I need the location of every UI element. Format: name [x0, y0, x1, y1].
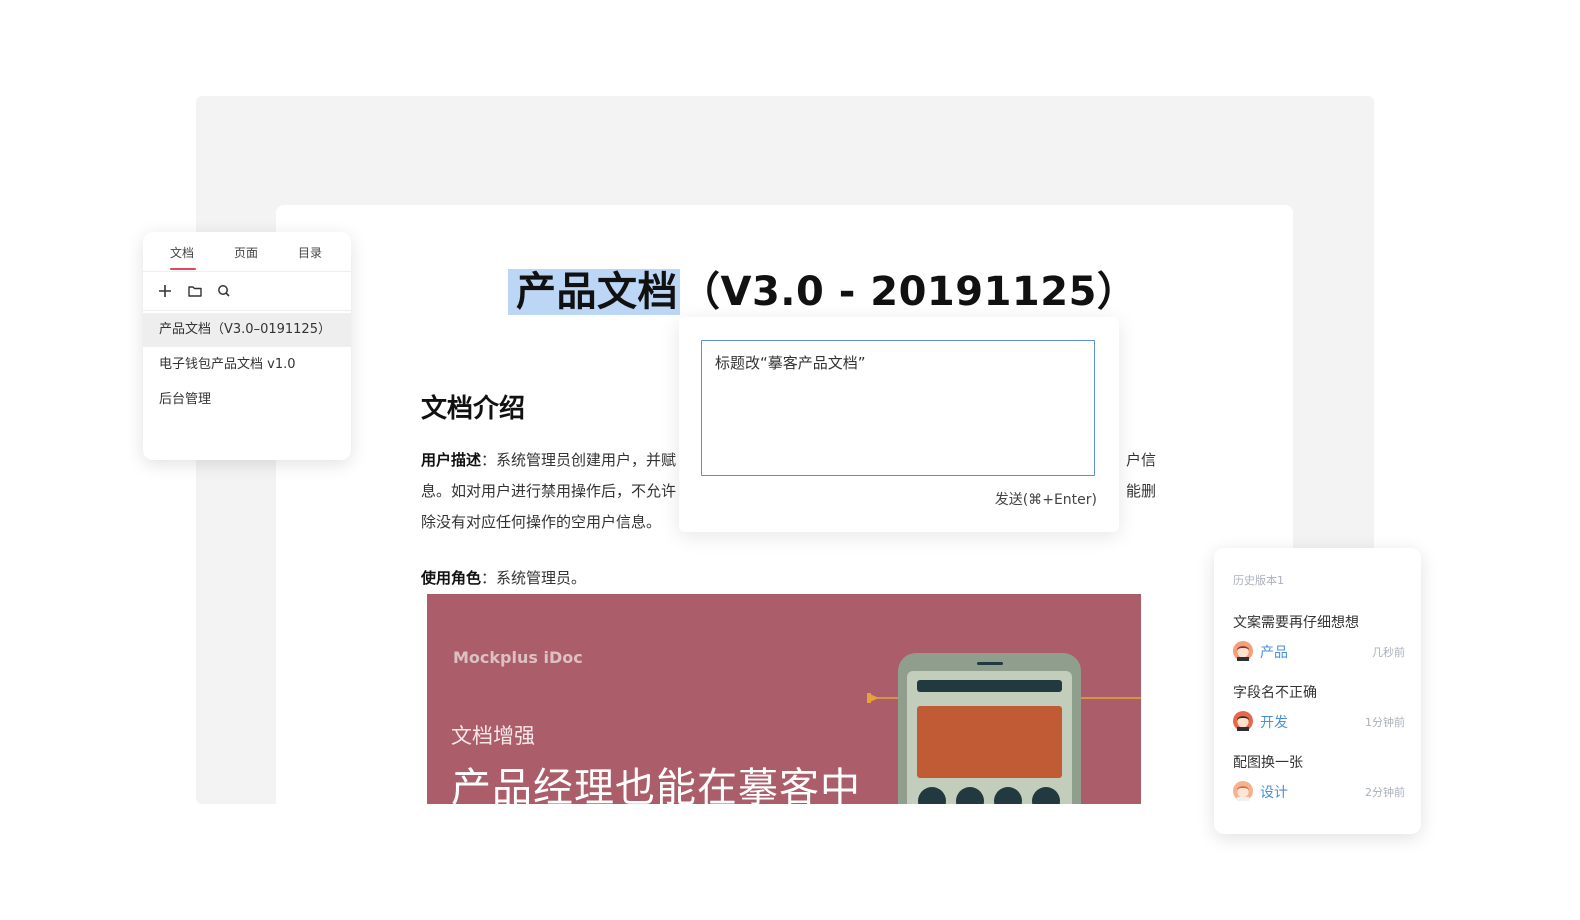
- sidebar-item-product-doc[interactable]: 产品文档（V3.0–0191125）: [143, 313, 351, 347]
- avatar: [1233, 641, 1253, 661]
- description-line-2: 息。如对用户进行禁用操作后，不允许: [421, 482, 677, 500]
- title-version[interactable]: （V3.0 - 20191125）: [680, 269, 1137, 315]
- sidebar-item-admin[interactable]: 后台管理: [143, 383, 351, 417]
- page-title[interactable]: 产品文档（V3.0 - 20191125）: [508, 267, 1137, 317]
- sidebar-toolbar: [143, 272, 351, 311]
- description-line-1: ：系统管理员创建用户，并赋: [481, 451, 677, 469]
- plus-icon[interactable]: [157, 283, 173, 299]
- history-user[interactable]: 产品: [1260, 642, 1288, 662]
- description-label: 用户描述: [421, 451, 482, 469]
- tab-pages[interactable]: 页面: [221, 244, 271, 261]
- history-title: 历史版本1: [1233, 574, 1284, 587]
- section-heading: 文档介绍: [421, 394, 526, 424]
- banner-image: Mockplus iDoc 文档增强 产品经理也能在摹客中: [427, 594, 1141, 804]
- history-entry[interactable]: 字段名不正确 开发 1分钟前: [1233, 682, 1405, 736]
- version-history-panel: 历史版本1 文案需要再仔细想想 产品 几秒前 字段名不正确 开发 1分钟前 配图…: [1214, 548, 1421, 834]
- comment-popup: 标题改“摹客产品文档” 发送(⌘+Enter): [679, 317, 1119, 532]
- tab-documents[interactable]: 文档: [157, 244, 207, 270]
- banner-subtitle: 文档增强: [451, 724, 535, 748]
- description-line-2-tail: 能删: [1125, 482, 1156, 500]
- history-time: 几秒前: [1372, 646, 1405, 659]
- folder-icon[interactable]: [187, 283, 203, 299]
- role-label: 使用角色: [421, 569, 482, 587]
- description-line-3: 除没有对应任何操作的空用户信息。: [421, 513, 662, 531]
- phone-illustration: [867, 653, 1141, 804]
- history-time: 2分钟前: [1365, 786, 1405, 799]
- role-value: ：系统管理员。: [481, 569, 587, 587]
- description-line-1-tail: 户信: [1125, 451, 1156, 469]
- avatar: [1233, 781, 1253, 801]
- send-button[interactable]: 发送(⌘+Enter): [995, 489, 1097, 509]
- history-comment: 字段名不正确: [1233, 685, 1317, 701]
- comment-input[interactable]: 标题改“摹客产品文档”: [701, 340, 1095, 476]
- document-sidebar: 文档 页面 目录 产品文档（V3.0–0191125） 电子钱包产品文档 v1.…: [143, 232, 351, 460]
- history-user[interactable]: 设计: [1260, 782, 1288, 802]
- history-comment: 文案需要再仔细想想: [1233, 615, 1359, 631]
- banner-headline: 产品经理也能在摹客中: [451, 765, 861, 804]
- history-user[interactable]: 开发: [1260, 712, 1288, 732]
- search-icon[interactable]: [216, 283, 232, 299]
- sidebar-tabs: 文档 页面 目录: [143, 232, 351, 272]
- history-time: 1分钟前: [1365, 716, 1405, 729]
- sidebar-item-wallet-doc[interactable]: 电子钱包产品文档 v1.0: [143, 348, 351, 382]
- role-line: 使用角色：系统管理员。: [421, 567, 586, 589]
- banner-brand: Mockplus iDoc: [453, 648, 583, 667]
- tab-contents[interactable]: 目录: [285, 244, 335, 261]
- history-comment: 配图换一张: [1233, 755, 1303, 771]
- title-selection[interactable]: 产品文档: [508, 269, 680, 315]
- history-entry[interactable]: 配图换一张 设计 2分钟前: [1233, 752, 1405, 806]
- history-entry[interactable]: 文案需要再仔细想想 产品 几秒前: [1233, 612, 1405, 666]
- avatar: [1233, 711, 1253, 731]
